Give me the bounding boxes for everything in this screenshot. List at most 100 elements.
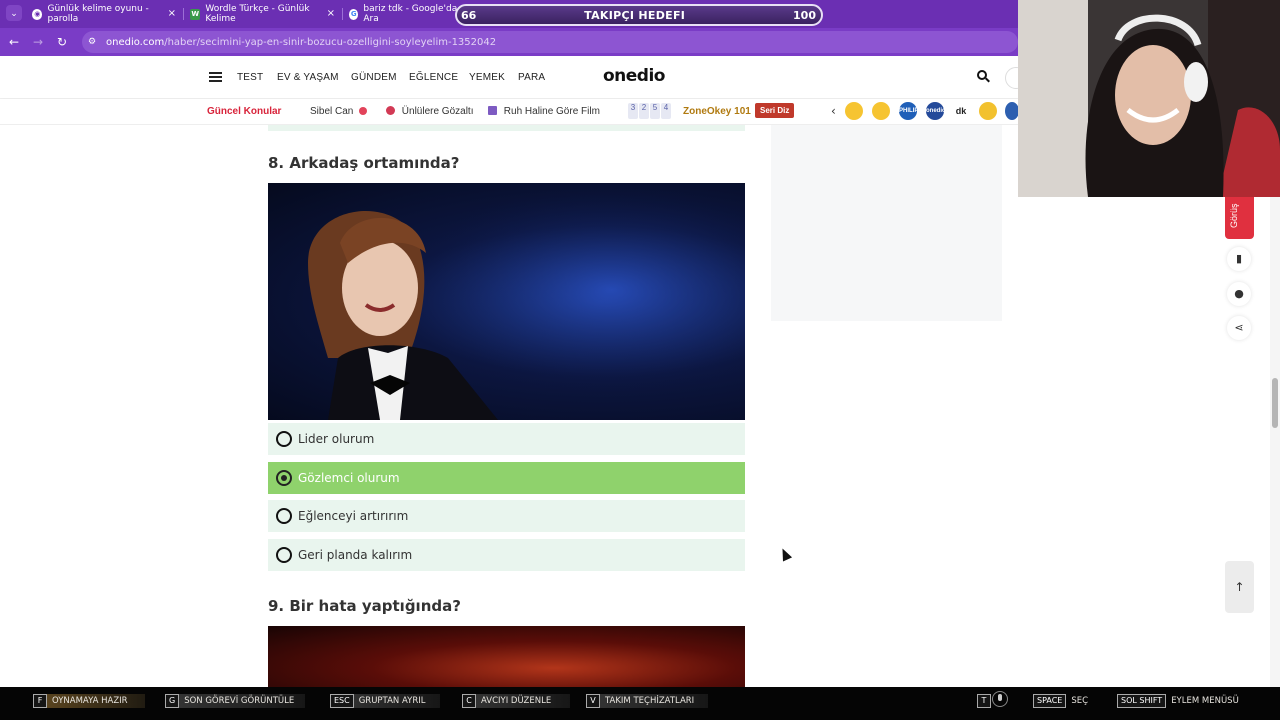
smile-emoji-icon[interactable]: [872, 102, 890, 120]
hotkey-label: OYNAMAYA HAZIR: [52, 696, 128, 706]
onedio-favicon-icon: ◉: [32, 8, 43, 20]
option-geri-planda-kalirim[interactable]: Geri planda kalırım: [268, 539, 745, 571]
hotkey-edit-hunter[interactable]: C AVCIYI DÜZENLE: [462, 694, 570, 708]
chevron-left-icon[interactable]: ‹: [831, 104, 836, 118]
glasses-emoji-icon[interactable]: [979, 102, 997, 120]
question-8-image: [268, 183, 745, 420]
hotkey-key: T: [977, 694, 991, 708]
url-domain: onedio.com: [106, 36, 165, 48]
nav-link-gundem[interactable]: GÜNDEM: [351, 72, 397, 83]
onedio-badge-icon[interactable]: onedio: [926, 102, 946, 120]
trending-topics-title: Güncel Konular: [207, 106, 282, 117]
search-icon[interactable]: [977, 70, 990, 83]
hotkey-ready[interactable]: F OYNAMAYA HAZIR: [33, 694, 145, 708]
okey-tile: 2: [639, 103, 649, 119]
sidebar-ad-slot: [771, 125, 1002, 321]
google-favicon-icon: G: [349, 8, 359, 20]
option-lider-olurum[interactable]: Lider olurum: [268, 423, 745, 455]
hotkey-label: TAKIM TEÇHİZATLARI: [605, 696, 695, 706]
streamer-webcam: [1018, 0, 1280, 197]
nav-link-yemek[interactable]: YEMEK: [469, 72, 505, 83]
trending-topics-bar: Güncel Konular Sibel Can Ünlülere Gözalt…: [0, 99, 1020, 125]
option-label: Gözlemci olurum: [298, 471, 400, 485]
nav-link-test[interactable]: TEST: [237, 72, 263, 83]
scroll-to-top-button[interactable]: ↑: [1225, 561, 1254, 613]
option-eglenceyi-artiririm[interactable]: Eğlenceyi artırırım: [268, 500, 745, 532]
dk-logo-icon[interactable]: dk: [952, 102, 970, 120]
lips-icon: [359, 107, 368, 115]
forward-arrow-icon[interactable]: →: [31, 35, 45, 49]
url-path: /haber/secimini-yap-en-sinir-bozucu-ozel…: [164, 36, 497, 48]
tab-title: Wordle Türkçe - Günlük Kelime: [205, 4, 310, 24]
site-header: TEST EV & YAŞAM GÜNDEM EĞLENCE YEMEK PAR…: [0, 56, 1027, 99]
hotkey-select[interactable]: SPACE SEÇ: [1033, 694, 1105, 708]
browser-tab-parolla[interactable]: ◉ Günlük kelime oyunu - parolla ×: [32, 0, 176, 28]
red-dot-icon: [386, 106, 395, 115]
topic-unlulere-gozalti[interactable]: Ünlülere Gözaltı: [386, 106, 473, 117]
site-info-icon[interactable]: ⚙: [88, 37, 98, 47]
bookmark-icon[interactable]: ▮: [1227, 247, 1251, 271]
smiling-woman-gif: [268, 183, 745, 420]
okey-tiles-icon: 3 2 5 4: [628, 103, 671, 119]
hotkey-label: SON GÖREVİ GÖRÜNTÜLE: [184, 696, 295, 706]
hotkey-last-mission[interactable]: G SON GÖREVİ GÖRÜNTÜLE: [165, 694, 305, 708]
radio-button-icon[interactable]: [276, 508, 292, 524]
feedback-tab[interactable]: Görüş: [1225, 196, 1254, 239]
tab-divider: [342, 8, 343, 20]
philips-logo-icon[interactable]: PHILIPS: [899, 102, 922, 120]
okey-tile: 3: [628, 103, 638, 119]
tab-search-chevron-icon[interactable]: ⌄: [6, 5, 22, 21]
hotkey-label: AVCIYI DÜZENLE: [481, 696, 552, 706]
address-bar[interactable]: ⚙ onedio.com /haber/secimini-yap-en-sini…: [82, 31, 1018, 53]
hotkey-label: EYLEM MENÜSÜ: [1171, 696, 1239, 706]
close-tab-icon[interactable]: ×: [168, 8, 176, 20]
microphone-icon: [992, 691, 1008, 707]
flower-logo-icon[interactable]: [1005, 102, 1019, 120]
seri-diz-badge[interactable]: Seri Diz: [755, 103, 795, 118]
wordle-favicon-icon: W: [190, 8, 201, 20]
hotkey-key: ESC: [330, 694, 354, 708]
topic-zoneokey[interactable]: ZoneOkey 101: [683, 106, 751, 117]
topic-label: Ruh Haline Göre Film: [503, 106, 600, 117]
tab-title: bariz tdk - Google'da Ara: [363, 4, 458, 24]
hotkey-key: C: [462, 694, 476, 708]
topic-ruh-haline-gore-film[interactable]: Ruh Haline Göre Film: [488, 106, 600, 117]
hotkey-key: SOL SHIFT: [1117, 694, 1167, 708]
game-hotkey-bar: F OYNAMAYA HAZIR G SON GÖREVİ GÖRÜNTÜLE …: [0, 687, 1280, 720]
reload-icon[interactable]: ↻: [55, 35, 69, 49]
hotkey-label: GRUPTAN AYRIL: [358, 696, 426, 706]
hotkey-team-equipment[interactable]: V TAKIM TEÇHİZATLARI: [586, 694, 708, 708]
okey-tile: 4: [661, 103, 671, 119]
article-content[interactable]: 8. Arkadaş ortamında? Lider olurum Gözle…: [0, 125, 1270, 687]
back-arrow-icon[interactable]: ←: [7, 35, 21, 49]
topic-sibel-can[interactable]: Sibel Can: [310, 106, 371, 117]
question-9-image: [268, 626, 745, 687]
close-tab-icon[interactable]: ×: [327, 8, 335, 20]
nav-link-eglence[interactable]: EĞLENCE: [409, 72, 458, 83]
option-gozlemci-olurum[interactable]: Gözlemci olurum: [268, 462, 745, 494]
hotkey-action-menu[interactable]: SOL SHIFT EYLEM MENÜSÜ: [1117, 694, 1257, 708]
sad-emoji-icon[interactable]: [845, 102, 863, 120]
nav-link-ev-yasam[interactable]: EV & YAŞAM: [277, 72, 339, 83]
browser-tab-google[interactable]: G bariz tdk - Google'da Ara: [349, 0, 459, 28]
nav-link-para[interactable]: PARA: [518, 72, 545, 83]
option-label: Eğlenceyi artırırım: [298, 509, 409, 523]
radio-button-icon[interactable]: [276, 547, 292, 563]
question-8-title: 8. Arkadaş ortamında?: [268, 154, 460, 172]
comments-icon[interactable]: ●: [1227, 282, 1251, 306]
radio-button-icon[interactable]: [276, 431, 292, 447]
follower-goal-current: 66: [461, 8, 477, 22]
previous-option-edge: [268, 125, 745, 131]
share-icon[interactable]: ⋖: [1227, 316, 1251, 340]
topic-label: Ünlülere Gözaltı: [401, 106, 474, 117]
onedio-logo[interactable]: onedio: [603, 66, 666, 86]
browser-tab-wordle[interactable]: W Wordle Türkçe - Günlük Kelime ×: [190, 0, 335, 28]
option-label: Geri planda kalırım: [298, 548, 413, 562]
radio-button-selected-icon[interactable]: [276, 470, 292, 486]
follower-goal-target: 100: [793, 8, 816, 22]
hotkey-key: V: [586, 694, 600, 708]
hotkey-leave-group[interactable]: ESC GRUPTAN AYRIL: [330, 694, 440, 708]
hamburger-menu-icon[interactable]: [209, 72, 222, 82]
scrollbar-thumb[interactable]: [1272, 378, 1278, 428]
hotkey-label: SEÇ: [1071, 696, 1089, 706]
